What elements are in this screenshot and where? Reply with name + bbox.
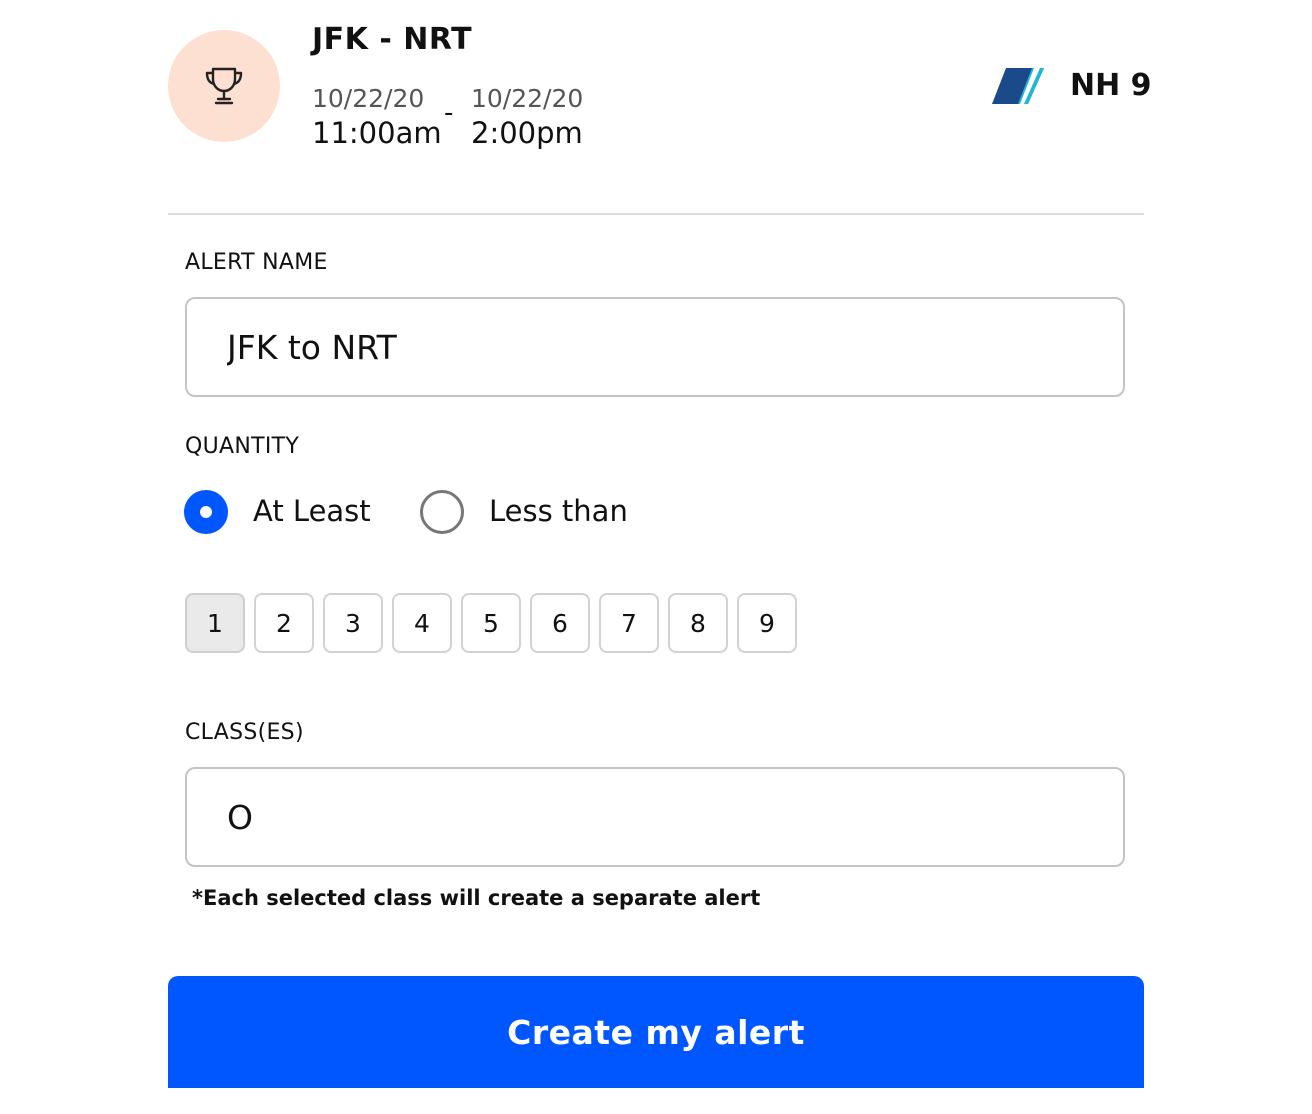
header-divider [168, 213, 1144, 215]
flight-number: NH 9 [1070, 68, 1152, 103]
radio-less-than[interactable] [420, 490, 464, 534]
quantity-option-9[interactable]: 9 [737, 593, 797, 653]
quantity-option-3[interactable]: 3 [323, 593, 383, 653]
quantity-option-5[interactable]: 5 [461, 593, 521, 653]
trophy-badge [168, 30, 280, 142]
radio-at-least[interactable] [184, 490, 228, 534]
departure-time: 11:00am [312, 116, 442, 150]
quantity-option-1[interactable]: 1 [185, 593, 245, 653]
radio-dot [200, 506, 212, 518]
quantity-option-2[interactable]: 2 [254, 593, 314, 653]
classes-hint: *Each selected class will create a separ… [192, 886, 761, 910]
arrival-date: 10/22/20 [471, 84, 584, 113]
create-alert-page: JFK - NRT 10/22/20 11:00am - 10/22/20 2:… [0, 0, 1312, 1114]
alert-name-label: ALERT NAME [185, 250, 328, 275]
departure-date: 10/22/20 [312, 84, 425, 113]
quantity-label: QUANTITY [185, 434, 300, 459]
route-title: JFK - NRT [312, 22, 473, 57]
quantity-option-7[interactable]: 7 [599, 593, 659, 653]
quantity-option-4[interactable]: 4 [392, 593, 452, 653]
classes-label: CLASS(ES) [185, 720, 304, 745]
quantity-selector: 1 2 3 4 5 6 7 8 9 [185, 593, 797, 653]
time-separator: - [444, 98, 454, 128]
arrival-time: 2:00pm [471, 116, 583, 150]
radio-less-than-label[interactable]: Less than [489, 494, 628, 528]
alert-name-input[interactable] [185, 297, 1125, 397]
trophy-icon [205, 67, 243, 105]
quantity-option-6[interactable]: 6 [530, 593, 590, 653]
create-alert-button[interactable]: Create my alert [168, 976, 1144, 1088]
radio-at-least-label[interactable]: At Least [253, 494, 371, 528]
airline-logo-icon [992, 68, 1044, 104]
classes-input[interactable] [185, 767, 1125, 867]
quantity-option-8[interactable]: 8 [668, 593, 728, 653]
